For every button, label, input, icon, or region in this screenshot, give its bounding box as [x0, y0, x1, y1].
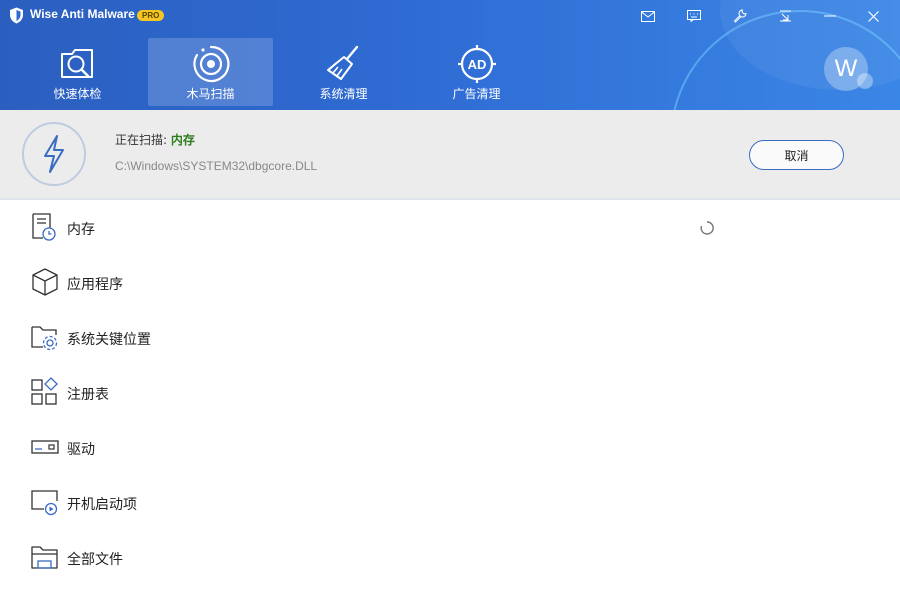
- all-files-icon: [31, 546, 58, 569]
- title-bar: Wise Anti Malware PRO: [0, 0, 900, 32]
- list-item-label: 应用程序: [67, 277, 123, 293]
- minimize-button[interactable]: [818, 4, 842, 28]
- ad-clean-icon: AD: [457, 44, 497, 84]
- user-avatar[interactable]: W: [824, 47, 873, 91]
- memory-icon: [32, 213, 56, 241]
- avatar-status-dot: [857, 73, 873, 89]
- main-nav: 快速体检 木马扫描 系统清理 AD 广告清理: [15, 38, 547, 106]
- list-item-label: 系统关键位置: [67, 332, 151, 348]
- minimize-icon: [824, 15, 836, 17]
- mail-button[interactable]: [636, 4, 660, 28]
- tab-system-clean[interactable]: 系统清理: [281, 38, 406, 106]
- list-item-all-files: 全部文件: [0, 530, 900, 585]
- registry-icon: [31, 377, 58, 405]
- scan-current-target: 内存: [170, 133, 195, 147]
- ad-icon-text: AD: [467, 57, 486, 72]
- minimize-to-tray-icon: [779, 10, 791, 22]
- close-button[interactable]: [861, 4, 885, 28]
- app-logo-icon: [10, 7, 23, 24]
- feedback-icon: [687, 10, 701, 22]
- tab-ad-clean[interactable]: AD 广告清理: [414, 38, 539, 106]
- scan-status-line: 正在扫描: 内存: [115, 131, 195, 148]
- list-item-label: 驱动: [67, 442, 95, 458]
- scan-status-panel: 正在扫描: 内存 C:\Windows\SYSTEM32\dbgcore.DLL…: [0, 110, 900, 198]
- tab-label: 系统清理: [319, 87, 368, 101]
- app-title: Wise Anti Malware: [30, 7, 135, 21]
- tab-label: 木马扫描: [186, 87, 235, 101]
- list-item-startup: 开机启动项: [0, 475, 900, 530]
- tools-icon: [733, 9, 747, 23]
- scan-status-label: 正在扫描:: [115, 133, 171, 147]
- pro-badge: PRO: [137, 10, 165, 21]
- minimize-to-tray-button[interactable]: [773, 4, 797, 28]
- app-header: Wise Anti Malware PRO 快速体检 木马扫描 系统清理 AD …: [0, 0, 900, 110]
- cancel-button[interactable]: 取消: [749, 140, 844, 170]
- list-item-memory: 内存: [0, 200, 900, 255]
- feedback-button[interactable]: [682, 4, 706, 28]
- tab-quick-scan[interactable]: 快速体检: [15, 38, 140, 106]
- application-icon: [32, 268, 58, 296]
- list-item-label: 开机启动项: [67, 497, 137, 513]
- loading-spinner-icon: [700, 221, 714, 235]
- tab-label: 广告清理: [452, 87, 501, 101]
- list-item-registry: 注册表: [0, 365, 900, 420]
- tab-trojan-scan[interactable]: 木马扫描: [148, 38, 273, 106]
- lightning-icon: [44, 135, 64, 173]
- list-item-label: 全部文件: [67, 552, 123, 568]
- scan-progress-ring: [22, 122, 86, 186]
- driver-icon: [31, 440, 59, 454]
- close-icon: [867, 10, 879, 22]
- list-item-system-critical: 系统关键位置: [0, 310, 900, 365]
- list-item-applications: 应用程序: [0, 255, 900, 310]
- tab-label: 快速体检: [53, 87, 102, 101]
- list-item-drivers: 驱动: [0, 420, 900, 475]
- avatar-letter: W: [834, 55, 858, 82]
- tools-button[interactable]: [728, 4, 752, 28]
- mail-icon: [641, 10, 655, 22]
- quick-scan-icon: [58, 44, 98, 84]
- system-critical-folder-icon: [31, 326, 58, 351]
- list-item-label: 内存: [67, 222, 95, 238]
- system-clean-icon: [324, 44, 364, 84]
- list-item-label: 注册表: [67, 387, 109, 403]
- trojan-scan-icon: [191, 44, 231, 84]
- startup-icon: [31, 490, 58, 516]
- scan-current-path: C:\Windows\SYSTEM32\dbgcore.DLL: [115, 159, 318, 173]
